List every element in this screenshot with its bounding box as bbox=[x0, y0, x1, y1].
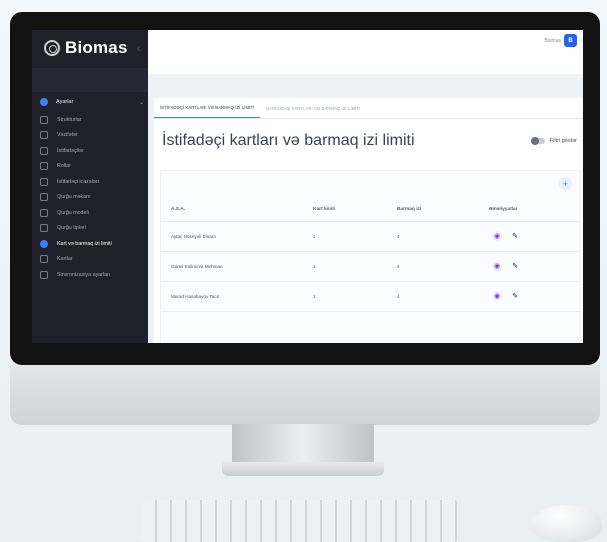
sidebar-item-label: Strukturlar bbox=[57, 116, 82, 123]
page-title: İstifadəçi kartları və barmaq izi limiti bbox=[162, 132, 415, 149]
device-type-icon bbox=[40, 224, 48, 233]
column-header-card-limit[interactable]: Kart limiti bbox=[313, 207, 335, 212]
location-icon bbox=[40, 193, 48, 202]
row-actions: ◉ ✎ bbox=[492, 261, 520, 271]
pencil-icon[interactable]: ✎ bbox=[510, 261, 520, 271]
tab-barcode-cards[interactable]: BARKODAŞ KARTLARI VƏ BARMAQ İZİ LİMİTİ bbox=[260, 98, 366, 118]
device-model-icon bbox=[40, 208, 48, 217]
sidebar-item-qurgu-tipleri[interactable]: Qurğu tipləri bbox=[40, 221, 144, 237]
eye-icon[interactable]: ◉ bbox=[492, 291, 502, 301]
sidebar-item-sinxronizasiya[interactable]: Sinxronizasiya ayarları bbox=[40, 267, 144, 283]
cell-finger-limit: 4 bbox=[397, 264, 400, 269]
content-card: İSTİFADƏÇİ KARTLARI VƏ BARMAQ İZİ LİMİTİ… bbox=[154, 98, 583, 343]
position-icon bbox=[40, 131, 48, 140]
eye-icon[interactable]: ◉ bbox=[492, 231, 502, 241]
cell-card-limit: 1 bbox=[313, 294, 316, 299]
sidebar-item-kartlar[interactable]: Kartlar bbox=[40, 252, 144, 268]
users-icon bbox=[40, 146, 48, 155]
pencil-icon[interactable]: ✎ bbox=[510, 231, 520, 241]
chevron-down-icon: ⌄ bbox=[138, 99, 144, 106]
sidebar-item-label: İstifadəçi icazələri bbox=[57, 178, 99, 185]
sidebar-item-strukturlar[interactable]: Strukturlar bbox=[40, 112, 144, 128]
filter-label: Filtri göstər bbox=[549, 138, 577, 144]
column-header-actions: Əməliyyatlar bbox=[489, 207, 518, 212]
app-logo[interactable]: Biomas ‹ bbox=[44, 36, 141, 60]
top-bar: Biomas B bbox=[148, 30, 583, 74]
collapse-chevron-icon[interactable]: ‹ bbox=[137, 41, 141, 55]
keyboard bbox=[142, 500, 458, 542]
table-row: Aytac Hüseynli Elnarə 1 4 ◉ ✎ bbox=[161, 221, 580, 251]
sidebar-group-settings[interactable]: Ayarlar ⌄ bbox=[40, 96, 144, 108]
table-row: Murad Həsəbəyov Tacir 1 4 ◉ ✎ bbox=[161, 281, 580, 311]
add-button[interactable]: + bbox=[559, 177, 572, 190]
sidebar-item-qurgu-modeli[interactable]: Qurğu modeli bbox=[40, 205, 144, 221]
tab-bar: İSTİFADƏÇİ KARTLARI VƏ BARMAQ İZİ LİMİTİ… bbox=[154, 98, 583, 119]
cards-icon bbox=[40, 255, 48, 264]
table-row: Günel Səlimova Mehman 1 4 ◉ ✎ bbox=[161, 251, 580, 281]
cell-card-limit: 1 bbox=[313, 264, 316, 269]
sidebar-group-label: Ayarlar bbox=[56, 99, 74, 105]
sidebar-item-rollar[interactable]: Rollar bbox=[40, 159, 144, 175]
sidebar-item-qurgu-mekani[interactable]: Qurğu məkanı bbox=[40, 190, 144, 206]
sidebar-separator bbox=[32, 68, 148, 92]
tab-user-cards[interactable]: İSTİFADƏÇİ KARTLARI VƏ BARMAQ İZİ LİMİTİ bbox=[154, 98, 261, 118]
monitor-stand-base bbox=[222, 462, 384, 476]
sidebar-item-label: Kartlar bbox=[57, 256, 73, 263]
mouse bbox=[532, 505, 602, 542]
cell-finger-limit: 4 bbox=[397, 234, 400, 239]
row-actions: ◉ ✎ bbox=[492, 291, 520, 301]
sidebar-item-label: Qurğu modeli bbox=[57, 209, 89, 216]
filter-toggle[interactable]: Filtri göstər bbox=[530, 137, 577, 145]
settings-icon bbox=[40, 98, 48, 106]
avatar[interactable]: B bbox=[564, 34, 577, 47]
sidebar-item-vezifeler[interactable]: Vəzifələr bbox=[40, 128, 144, 144]
screen: Biomas ‹ Ayarlar ⌄ Strukturlar Vəzifələr… bbox=[32, 30, 583, 343]
eye-icon[interactable]: ◉ bbox=[492, 261, 502, 271]
sidebar-nav: Strukturlar Vəzifələr İstifadəçilər Roll… bbox=[40, 112, 144, 283]
sidebar-item-label: Rollar bbox=[57, 163, 71, 170]
toggle-switch[interactable] bbox=[530, 137, 545, 145]
cell-finger-limit: 4 bbox=[397, 294, 400, 299]
fingerprint-icon bbox=[40, 239, 48, 248]
sidebar-item-label: Vəzifələr bbox=[57, 132, 78, 139]
org-icon bbox=[40, 115, 48, 124]
cell-name: Murad Həsəbəyov Tacir bbox=[171, 294, 220, 299]
monitor-chin bbox=[10, 365, 600, 425]
column-header-finger-limit[interactable]: Barmaq izi bbox=[397, 207, 421, 212]
app-name: Biomas bbox=[65, 38, 128, 57]
row-actions: ◉ ✎ bbox=[492, 231, 520, 241]
sidebar: Biomas ‹ Ayarlar ⌄ Strukturlar Vəzifələr… bbox=[32, 30, 148, 343]
cell-name: Aytac Hüseynli Elnarə bbox=[171, 234, 216, 239]
cell-card-limit: 1 bbox=[313, 234, 316, 239]
pencil-icon[interactable]: ✎ bbox=[510, 291, 520, 301]
monitor-stand bbox=[232, 424, 374, 464]
sidebar-item-kart-limiti[interactable]: Kart və barmaq izi limiti bbox=[40, 236, 144, 252]
fingerprint-logo-icon bbox=[44, 40, 60, 56]
sidebar-item-label: Sinxronizasiya ayarları bbox=[57, 271, 111, 278]
permissions-icon bbox=[40, 177, 48, 186]
sidebar-item-label: Qurğu tipləri bbox=[57, 225, 86, 232]
sync-icon bbox=[40, 270, 48, 279]
roles-icon bbox=[40, 162, 48, 171]
sidebar-item-label: Qurğu məkanı bbox=[57, 194, 91, 201]
sidebar-item-icazeler[interactable]: İstifadəçi icazələri bbox=[40, 174, 144, 190]
user-name[interactable]: Biomas bbox=[544, 38, 561, 44]
data-table: + A.S.A. Kart limiti Barmaq izi Əməliyya… bbox=[160, 170, 581, 343]
table-footer-divider bbox=[161, 311, 580, 341]
cell-name: Günel Səlimova Mehman bbox=[171, 264, 223, 269]
column-header-name[interactable]: A.S.A. bbox=[171, 207, 185, 212]
sidebar-item-label: İstifadəçilər bbox=[57, 147, 84, 154]
sidebar-item-label: Kart və barmaq izi limiti bbox=[57, 240, 112, 247]
sidebar-item-istifadeciler[interactable]: İstifadəçilər bbox=[40, 143, 144, 159]
